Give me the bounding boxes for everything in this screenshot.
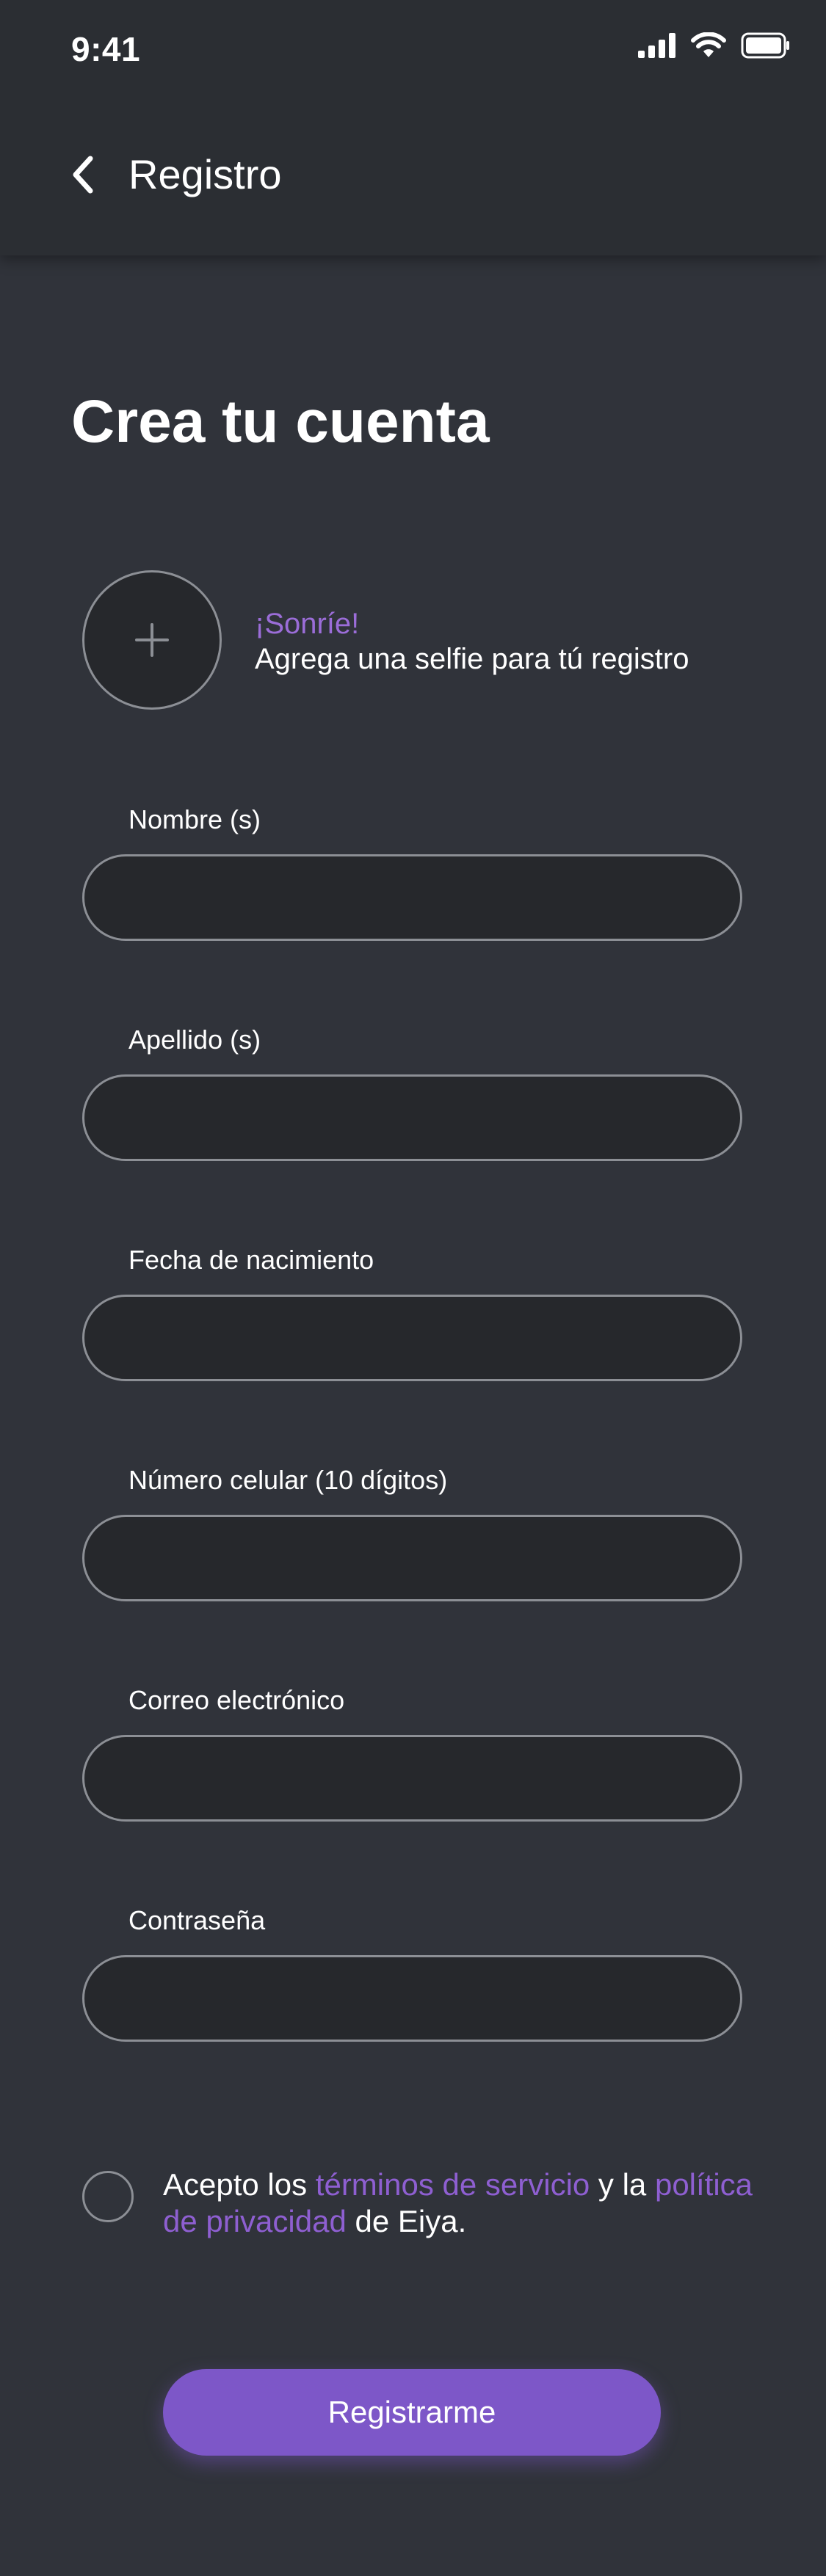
selfie-prompt: ¡Sonríe! Agrega una selfie para tú regis… — [255, 606, 689, 677]
terms-middle: y la — [590, 2167, 655, 2202]
terms-suffix: de Eiya. — [346, 2204, 467, 2238]
password-label: Contraseña — [128, 1905, 266, 1935]
terms-prefix: Acepto los — [163, 2167, 316, 2202]
selfie-accent-text: ¡Sonríe! — [255, 608, 360, 640]
add-selfie-button[interactable] — [82, 570, 222, 710]
birthdate-input[interactable] — [82, 1295, 742, 1381]
first-name-input[interactable] — [82, 854, 742, 941]
phone-label: Número celular (10 dígitos) — [128, 1465, 448, 1495]
plus-icon — [135, 623, 169, 657]
birthdate-label: Fecha de nacimiento — [128, 1245, 374, 1275]
chevron-left-icon — [73, 156, 93, 194]
registration-screen: 9:41 Registro Crea tu cuenta ¡Sonríe! Ag… — [0, 0, 826, 2576]
selfie-subtitle: Agrega una selfie para tú registro — [255, 643, 689, 675]
terms-checkbox[interactable] — [82, 2171, 134, 2222]
password-input[interactable] — [82, 1955, 742, 2042]
back-button[interactable] — [65, 151, 100, 198]
terms-of-service-link[interactable]: términos de servicio — [316, 2167, 590, 2202]
status-icons — [638, 32, 791, 62]
page-title: Crea tu cuenta — [71, 388, 490, 455]
terms-text: Acepto los términos de servicio y la pol… — [163, 2166, 765, 2240]
phone-input[interactable] — [82, 1515, 742, 1601]
last-name-input[interactable] — [82, 1074, 742, 1161]
last-name-label: Apellido (s) — [128, 1025, 261, 1055]
first-name-label: Nombre (s) — [128, 804, 261, 834]
header-title: Registro — [128, 151, 282, 197]
status-time: 9:41 — [71, 30, 141, 68]
app-header: 9:41 Registro — [0, 0, 826, 255]
email-label: Correo electrónico — [128, 1685, 345, 1715]
battery-icon — [741, 32, 791, 62]
register-button[interactable]: Registrarme — [163, 2369, 661, 2456]
email-input[interactable] — [82, 1735, 742, 1822]
wifi-icon — [691, 32, 726, 62]
signal-icon — [638, 33, 676, 62]
